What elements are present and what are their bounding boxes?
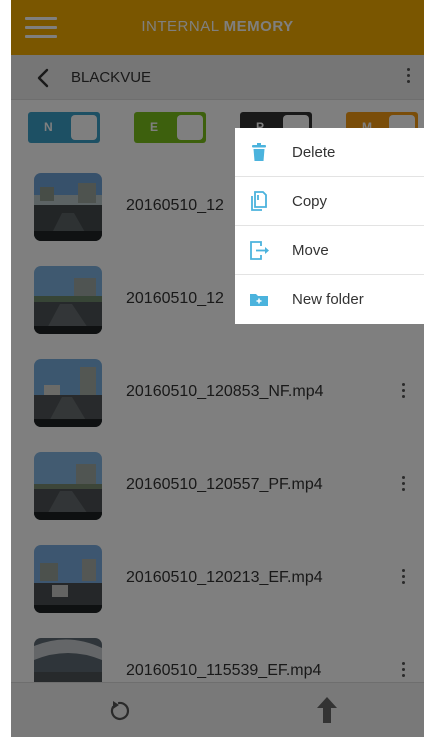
- menu-item-delete[interactable]: Delete: [235, 128, 424, 177]
- menu-item-label: Copy: [292, 193, 328, 210]
- menu-item-new-folder[interactable]: New folder: [235, 275, 424, 324]
- menu-item-move[interactable]: Move: [235, 226, 424, 275]
- menu-item-label: Move: [292, 242, 329, 259]
- new-folder-icon: [248, 288, 270, 310]
- menu-item-copy[interactable]: Copy: [235, 177, 424, 226]
- app-frame: INTERNAL MEMORY BLACKVUE N E P M 2016051…: [11, 0, 424, 737]
- modal-overlay[interactable]: [11, 0, 424, 737]
- file-actions-menu: Delete Copy Move New folder: [235, 128, 424, 324]
- menu-item-label: New folder: [292, 291, 364, 308]
- trash-icon: [248, 141, 270, 163]
- copy-icon: [248, 190, 270, 212]
- menu-item-label: Delete: [292, 144, 336, 161]
- move-icon: [248, 239, 270, 261]
